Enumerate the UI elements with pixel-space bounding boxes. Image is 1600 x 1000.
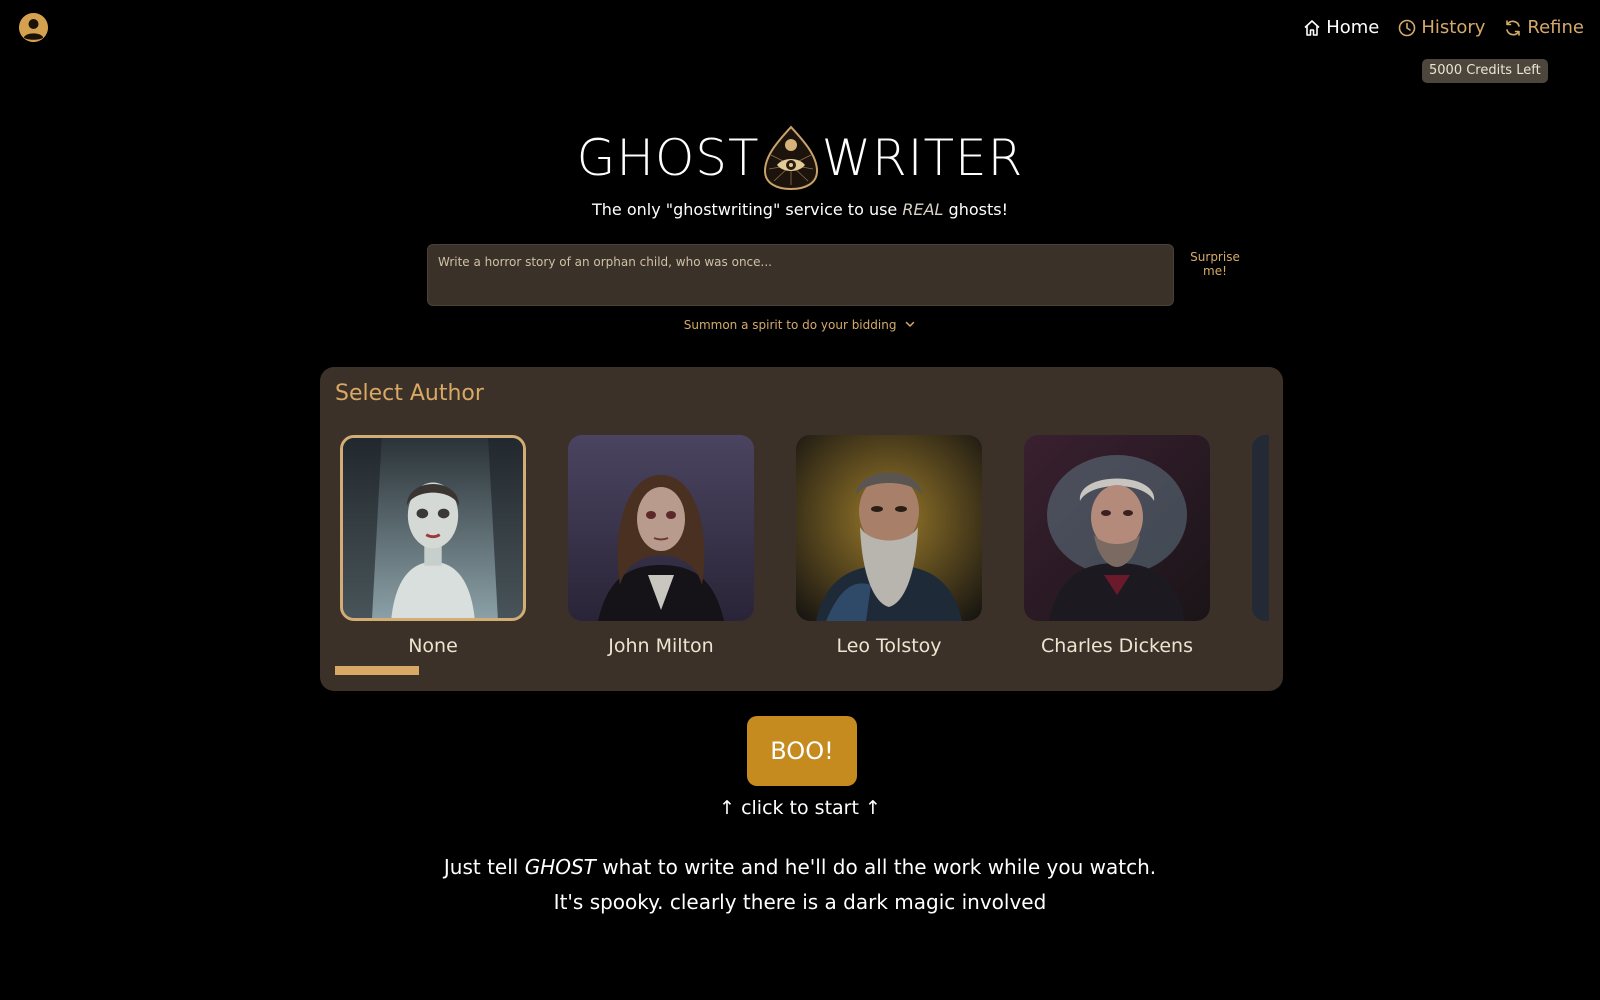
nav-history-label: History bbox=[1421, 17, 1486, 38]
author-card-partial[interactable] bbox=[1252, 435, 1269, 621]
author-portrait-leo-tolstoy bbox=[796, 435, 982, 621]
author-card-none[interactable]: None bbox=[340, 435, 526, 657]
author-name-none: None bbox=[408, 635, 458, 657]
description-line-2: It's spooky. clearly there is a dark mag… bbox=[553, 890, 1047, 914]
user-avatar-icon[interactable] bbox=[19, 13, 48, 42]
surprise-me-button[interactable]: Surprise me! bbox=[1180, 250, 1250, 278]
refresh-icon bbox=[1503, 18, 1523, 38]
clock-icon bbox=[1397, 18, 1417, 38]
logo-word-writer: WRITER bbox=[821, 129, 1024, 187]
author-card-charles-dickens[interactable]: Charles Dickens bbox=[1024, 435, 1210, 657]
nav-history[interactable]: History bbox=[1397, 17, 1485, 38]
nav-home[interactable]: Home bbox=[1302, 17, 1379, 38]
planchette-eye-icon bbox=[762, 125, 820, 191]
home-icon bbox=[1302, 18, 1322, 38]
author-name-charles-dickens: Charles Dickens bbox=[1041, 635, 1193, 657]
tagline-before: The only "ghostwriting" service to use bbox=[592, 200, 903, 219]
tagline-after: ghosts! bbox=[943, 200, 1008, 219]
summon-spirit-dropdown[interactable]: Summon a spirit to do your bidding bbox=[0, 318, 1600, 333]
chevron-down-icon bbox=[904, 318, 916, 333]
carousel-scrollbar[interactable] bbox=[335, 666, 419, 675]
select-author-panel: Select Author None John Milton Leo Tolst… bbox=[320, 367, 1283, 691]
author-card-leo-tolstoy[interactable]: Leo Tolstoy bbox=[796, 435, 982, 657]
top-navigation: Home History Refine bbox=[1302, 17, 1584, 38]
author-card-john-milton[interactable]: John Milton bbox=[568, 435, 754, 657]
description-line-1-before: Just tell bbox=[443, 855, 525, 879]
boo-start-button[interactable]: BOO! bbox=[747, 716, 857, 786]
select-author-title: Select Author bbox=[335, 381, 484, 406]
summon-spirit-label: Summon a spirit to do your bidding bbox=[683, 318, 897, 332]
credits-badge: 5000 Credits Left bbox=[1422, 59, 1548, 83]
author-portrait-charles-dickens bbox=[1024, 435, 1210, 621]
ghostwriter-logo: GHOST WRITER bbox=[576, 122, 1022, 194]
nav-refine[interactable]: Refine bbox=[1503, 17, 1584, 38]
tagline: The only "ghostwriting" service to use R… bbox=[0, 200, 1600, 219]
author-name-leo-tolstoy: Leo Tolstoy bbox=[836, 635, 942, 657]
tagline-emphasis: REAL bbox=[902, 200, 944, 219]
description-line-1-after: what to write and he'll do all the work … bbox=[595, 855, 1157, 879]
author-portrait-john-milton bbox=[568, 435, 754, 621]
description-ghost-emphasis: GHOST bbox=[524, 855, 596, 879]
nav-home-label: Home bbox=[1326, 17, 1380, 38]
story-prompt-input[interactable] bbox=[427, 244, 1174, 306]
author-carousel: None John Milton Leo Tolstoy Charles Dic… bbox=[320, 435, 1269, 675]
description-line-1: Just tell GHOST what to write and he'll … bbox=[0, 850, 1600, 885]
logo-word-ghost: GHOST bbox=[576, 129, 760, 187]
author-name-john-milton: John Milton bbox=[608, 635, 714, 657]
description: Just tell GHOST what to write and he'll … bbox=[0, 850, 1600, 920]
nav-refine-label: Refine bbox=[1527, 17, 1584, 38]
author-portrait-none bbox=[340, 435, 526, 621]
author-portrait-partial bbox=[1252, 435, 1269, 621]
click-to-start-hint: ↑ click to start ↑ bbox=[719, 797, 881, 819]
